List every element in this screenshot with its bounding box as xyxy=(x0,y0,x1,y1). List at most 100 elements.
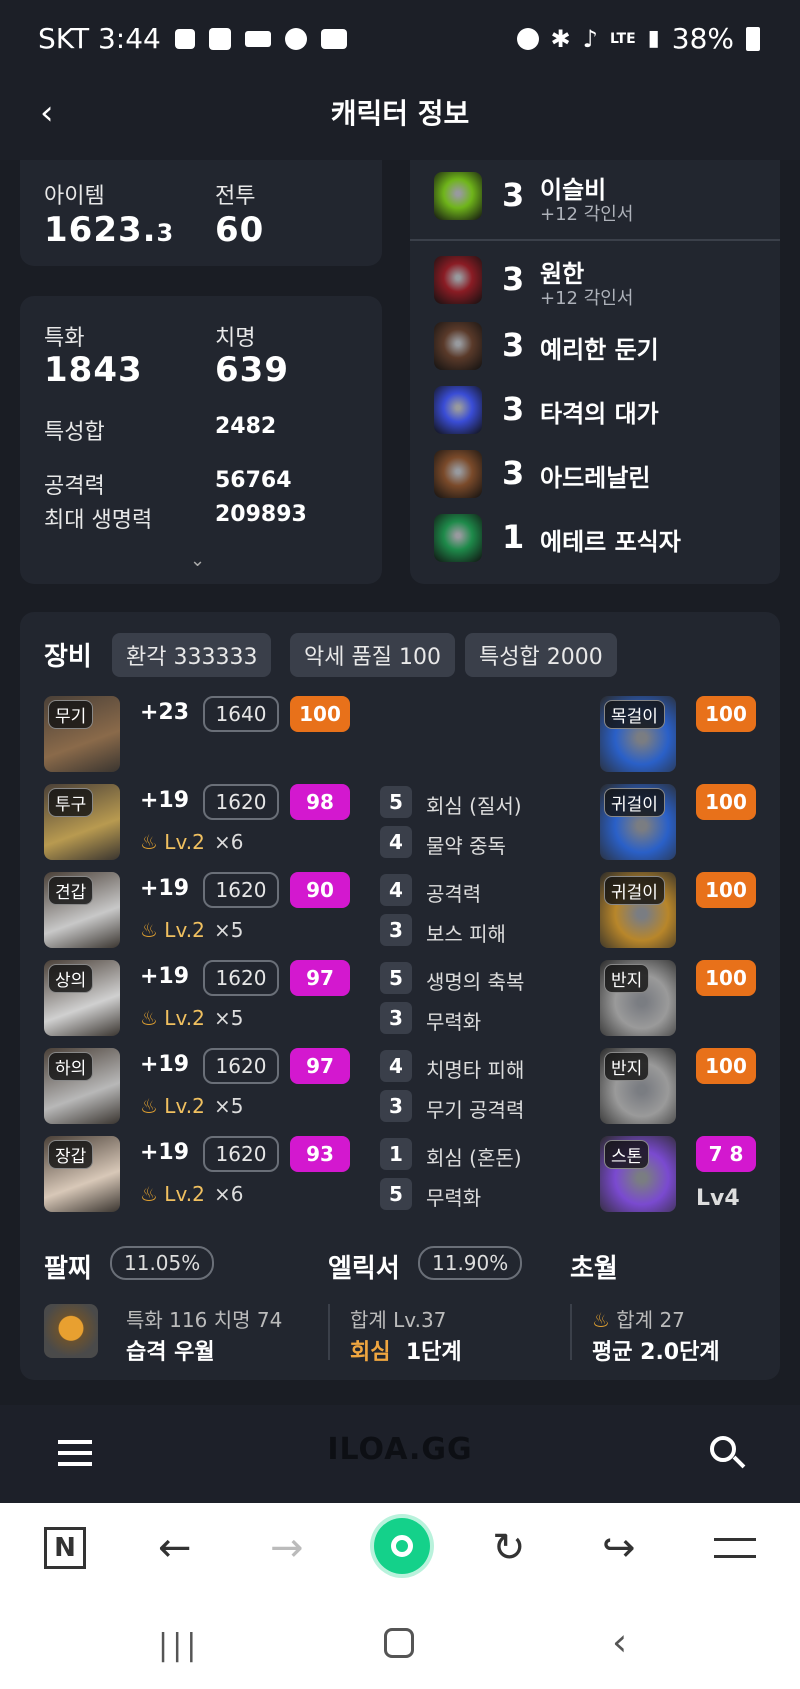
engraving-icon[interactable] xyxy=(434,322,482,370)
engraving-level: 3 xyxy=(502,454,525,492)
elixir-effect-name: 회심 (혼돈) xyxy=(426,1146,522,1170)
engraving-level: 3 xyxy=(502,176,525,214)
android-back-icon[interactable]: ‹ xyxy=(612,1620,627,1664)
slot-label: 귀걸이 xyxy=(604,876,665,905)
stat-sum-label: 특성합 xyxy=(44,420,105,445)
elixir-effect-level: 4 xyxy=(380,874,412,906)
quality-badge: 90 xyxy=(290,872,350,908)
engraving-icon[interactable] xyxy=(434,386,482,434)
battle-level-label: 전투 xyxy=(215,184,256,209)
back-arrow-icon[interactable]: ← xyxy=(158,1528,192,1568)
elixir-effect-name: 치명타 피해 xyxy=(426,1058,525,1082)
accessory-slot-icon[interactable]: 반지 xyxy=(600,960,676,1036)
enhance-level: +23 xyxy=(140,700,190,725)
slot-label: 상의 xyxy=(48,964,94,993)
armor-slot-icon[interactable]: 투구 xyxy=(44,784,120,860)
slot-label: 투구 xyxy=(48,788,94,817)
quality-badge: 100 xyxy=(696,872,756,908)
spec-label: 특화 xyxy=(44,326,85,351)
item-level-box: 1640 xyxy=(203,696,279,732)
accessory-slot-icon[interactable]: 스톤 xyxy=(600,1136,676,1212)
quality-badge: 100 xyxy=(290,696,350,732)
transcend-icon: ♨ xyxy=(140,1094,165,1118)
engraving-book: +12 각인서 xyxy=(540,288,634,309)
engraving-icon[interactable] xyxy=(434,256,482,304)
lte-icon: LTE xyxy=(609,30,636,47)
slot-label: 반지 xyxy=(604,964,650,993)
elixir-effect-level: 4 xyxy=(380,826,412,858)
elixir-effect-level: 5 xyxy=(380,962,412,994)
armor-slot-icon[interactable]: 견갑 xyxy=(44,872,120,948)
elixir-effect: 회심 1단계 xyxy=(350,1340,462,1365)
engraving-book: +12 각인서 xyxy=(540,204,634,225)
elixir-effect-name: 무기 공격력 xyxy=(426,1098,525,1122)
share-icon[interactable]: ↪ xyxy=(602,1528,636,1568)
elixir-effect-level: 5 xyxy=(380,786,412,818)
slot-label: 장갑 xyxy=(48,1140,94,1169)
forward-arrow-icon[interactable]: → xyxy=(270,1528,304,1568)
engraving-level: 3 xyxy=(502,390,525,428)
elixir-title: 엘릭서 xyxy=(328,1254,400,1284)
armor-slot-icon[interactable]: 무기 xyxy=(44,696,120,772)
elixir-effect-name: 무력화 xyxy=(426,1010,482,1034)
spec-value: 1843 xyxy=(44,350,143,390)
item-level-box: 1620 xyxy=(203,1048,279,1084)
transcend-icon: ♨ xyxy=(140,918,165,942)
stat-sum-value: 2482 xyxy=(215,414,277,439)
quality-badge: 100 xyxy=(696,960,756,996)
enhance-level: +19 xyxy=(140,788,190,813)
transcend-total: ♨ 합계 27 xyxy=(592,1308,685,1332)
enhance-level: +19 xyxy=(140,1052,190,1077)
elixir-effect-name: 생명의 축복 xyxy=(426,970,525,994)
engraving-icon[interactable] xyxy=(434,450,482,498)
elixir-effect-level: 3 xyxy=(380,914,412,946)
site-logo[interactable]: ILOA.GG xyxy=(0,1432,800,1467)
accessory-slot-icon[interactable]: 귀걸이 xyxy=(600,872,676,948)
notification-icon xyxy=(208,27,231,50)
notification-icon xyxy=(174,28,195,49)
engraving-level: 3 xyxy=(502,260,525,298)
chip-accessory-quality: 악세 품질 100 xyxy=(290,633,455,677)
elixir-effect-name: 무력화 xyxy=(426,1186,482,1210)
elixir-effect-name: 회심 (질서) xyxy=(426,794,522,818)
naver-icon[interactable]: N xyxy=(44,1527,86,1569)
refresh-icon[interactable]: ↻ xyxy=(492,1528,526,1568)
enhance-level: +19 xyxy=(140,1140,190,1165)
transcend-multiplier: ×6 xyxy=(214,830,244,854)
chip-stat-sum: 특성합 2000 xyxy=(465,633,617,677)
transcend-multiplier: ×6 xyxy=(214,1182,244,1206)
browser-menu-icon[interactable] xyxy=(714,1538,756,1558)
battle-level-value: 60 xyxy=(215,210,265,250)
armor-slot-icon[interactable]: 장갑 xyxy=(44,1136,120,1212)
armor-slot-icon[interactable]: 하의 xyxy=(44,1048,120,1124)
bluetooth-icon: ✱ xyxy=(550,24,571,53)
transcend-average: 평균 2.0단계 xyxy=(592,1340,720,1365)
quality-badge: 97 xyxy=(290,1048,350,1084)
pay-icon xyxy=(244,30,271,47)
engraving-level: 3 xyxy=(502,326,525,364)
item-level-value: 1623.3 xyxy=(44,210,174,250)
recent-apps-icon[interactable]: ||| xyxy=(158,1628,200,1663)
chip-hallucination: 환각 333333 xyxy=(112,633,272,677)
max-hp-value: 209893 xyxy=(215,502,307,527)
status-bar: SKT 3:44 ✱ ♪ LTE ▮ 38% xyxy=(0,0,800,80)
expand-chevron-icon[interactable]: ⌄ xyxy=(190,550,205,571)
bracelet-stats: 특화 116 치명 74 xyxy=(126,1308,283,1332)
bracelet-icon[interactable] xyxy=(44,1304,98,1358)
home-green-icon[interactable] xyxy=(374,1518,430,1574)
accessory-slot-icon[interactable]: 목걸이 xyxy=(600,696,676,772)
slot-label: 하의 xyxy=(48,1052,94,1081)
engraving-icon[interactable] xyxy=(434,514,482,562)
accessory-slot-icon[interactable]: 반지 xyxy=(600,1048,676,1124)
engraving-icon[interactable] xyxy=(434,172,482,220)
item-level-box: 1620 xyxy=(203,784,279,820)
armor-slot-icon[interactable]: 상의 xyxy=(44,960,120,1036)
attack-label: 공격력 xyxy=(44,474,105,499)
engraving-level: 1 xyxy=(502,518,525,556)
enhance-level: +19 xyxy=(140,876,190,901)
battery-icon xyxy=(746,26,760,51)
accessory-slot-icon[interactable]: 귀걸이 xyxy=(600,784,676,860)
home-icon[interactable] xyxy=(384,1628,414,1658)
page-title: 캐릭터 정보 xyxy=(330,97,470,130)
elixir-percent: 11.90% xyxy=(418,1246,523,1280)
